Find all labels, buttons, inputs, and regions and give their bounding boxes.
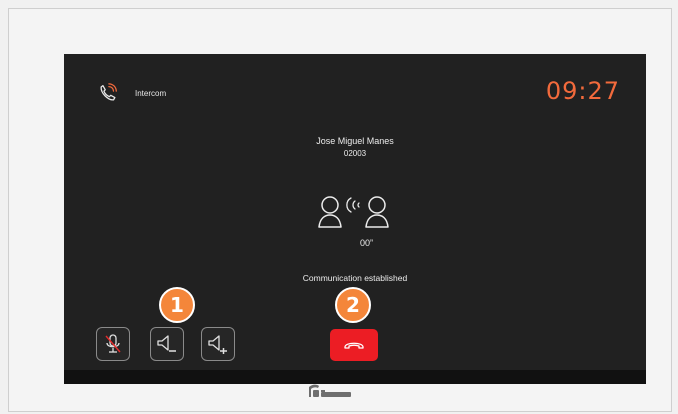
call-status: Communication established	[302, 273, 408, 283]
hang-up-phone-icon	[344, 342, 364, 349]
volume-up-button[interactable]	[201, 327, 235, 361]
clock: 09:27	[545, 77, 620, 105]
fermax-logo	[309, 384, 351, 397]
caller-id: 02003	[343, 149, 367, 158]
hang-up-button[interactable]	[330, 329, 378, 361]
mute-button[interactable]	[96, 327, 130, 361]
screen-bottom-bar	[64, 370, 646, 384]
intercom-screen: Intercom 09:27 Jose Miguel Manes 02003 0…	[64, 54, 646, 384]
speaker-volume-down-icon	[157, 335, 176, 352]
two-people-talking-icon	[318, 196, 389, 228]
callout-marker-2: 2	[335, 287, 371, 323]
volume-down-button[interactable]	[150, 327, 184, 361]
speaker-volume-up-icon	[208, 335, 227, 354]
device-frame: Intercom 09:27 Jose Miguel Manes 02003 0…	[8, 8, 672, 412]
callout-marker-1: 1	[159, 287, 195, 323]
caller-name: Jose Miguel Manes	[316, 136, 394, 146]
microphone-muted-icon	[105, 334, 121, 353]
call-duration: 00”	[360, 238, 374, 248]
call-type-label: Intercom	[135, 89, 167, 98]
phone-ringing-icon	[100, 83, 117, 101]
